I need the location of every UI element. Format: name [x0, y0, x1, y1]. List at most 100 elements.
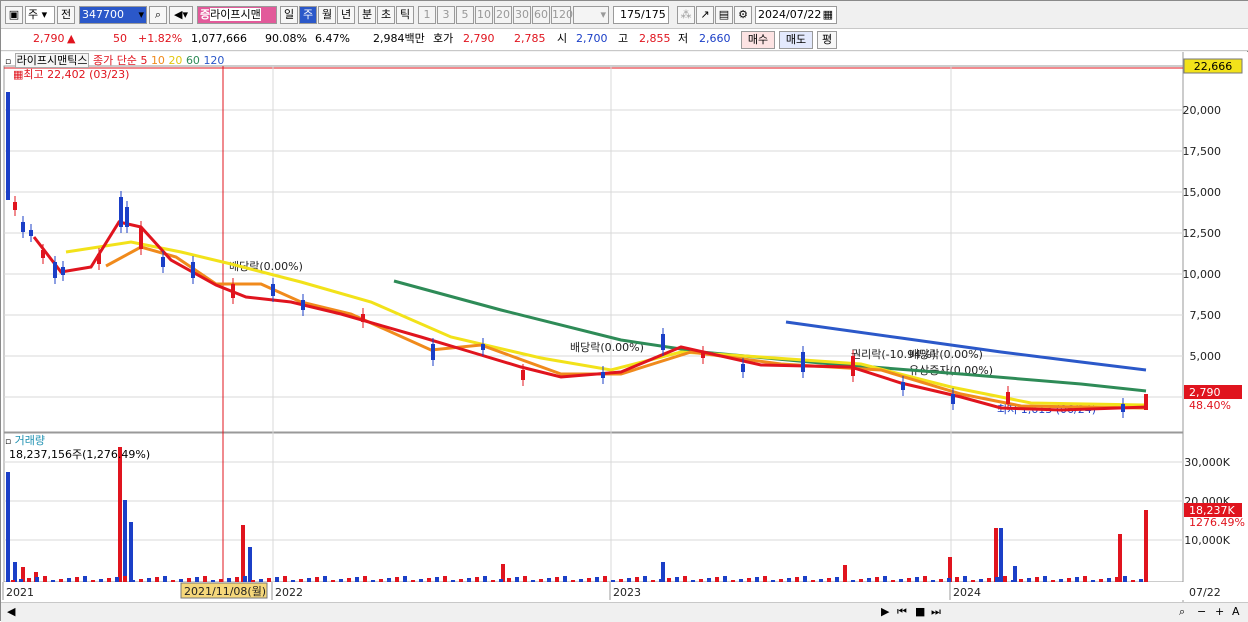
volume-bar [691, 580, 695, 582]
volume-bar [379, 579, 383, 582]
volume-bar [115, 577, 119, 582]
volume-bar [587, 578, 591, 582]
legend-stock-name: 라이프시맨틱스 [14, 53, 90, 68]
volume-bar [1083, 576, 1087, 582]
tab-day[interactable]: 일 [280, 6, 298, 24]
stock-name-field[interactable]: 증라이프시맨 [197, 6, 277, 24]
font-icon[interactable]: A [1232, 605, 1240, 619]
volume-bar [683, 576, 687, 582]
interval-120[interactable]: 120 [551, 6, 573, 24]
zoom-in-icon[interactable]: + [1215, 605, 1224, 619]
interval-10[interactable]: 10 [475, 6, 493, 24]
date-input[interactable]: 2024/07/22 ▦ [755, 6, 837, 24]
panel-toggle-icon[interactable]: ▫ [5, 57, 11, 67]
candle [301, 300, 305, 310]
bottom-bar: ◀ ▶ ⏮ ■ ⏭ ⌕ − + A [1, 602, 1248, 622]
interval-3[interactable]: 3 [437, 6, 455, 24]
zoom-icon[interactable]: ⌕ [1179, 605, 1185, 619]
pct-tag-label: 48.40% [1189, 399, 1231, 412]
search-icon[interactable]: ⌕ [149, 6, 167, 24]
speaker-icon[interactable]: ◀▾ [169, 6, 193, 24]
prev-button[interactable]: 전 [57, 6, 75, 24]
volume-bar [13, 562, 17, 582]
sell-button[interactable]: 매도 [779, 31, 813, 49]
volume-bar [643, 576, 647, 582]
volume-bar [347, 578, 351, 582]
go-last-icon[interactable]: ⏭ [931, 605, 941, 619]
volume-bar [248, 547, 252, 582]
volume-bar [1003, 576, 1007, 582]
count-field[interactable]: 175/175 [613, 6, 669, 24]
stock-code-input[interactable]: 347700 ▾ [79, 6, 147, 24]
window-menu-icon[interactable]: ▣ [5, 6, 23, 24]
volume-bar [1099, 579, 1103, 582]
candle [161, 257, 165, 267]
legend-ma60: 60 [185, 54, 200, 67]
candle [1121, 404, 1125, 412]
volume-bar [483, 576, 487, 582]
volume-bar [241, 525, 245, 582]
volume-bar [723, 576, 727, 582]
volume-bar [475, 577, 479, 582]
volume-bar [219, 579, 223, 582]
volume-bar [955, 577, 959, 582]
interval-1[interactable]: 1 [418, 6, 436, 24]
go-first-icon[interactable]: ⏮ [897, 605, 907, 619]
volume-bar [323, 576, 327, 582]
period-type-select[interactable]: 주 ▾ [25, 6, 55, 24]
candle [97, 254, 101, 264]
tab-month[interactable]: 월 [318, 6, 336, 24]
custom-interval-select[interactable]: ▾ [573, 6, 609, 24]
candle [6, 92, 10, 200]
tab-week[interactable]: 주 [299, 6, 317, 24]
volume-bar [1107, 578, 1111, 582]
volume-bar [139, 579, 143, 582]
candle [521, 370, 525, 380]
eval-button[interactable]: 평 [817, 31, 837, 49]
interval-20[interactable]: 20 [494, 6, 512, 24]
volume-bar [1011, 580, 1015, 582]
volume-toggle-icon[interactable]: ▫ [5, 437, 11, 447]
calendar-icon[interactable]: ▦ [823, 7, 833, 23]
volume-bar [187, 578, 191, 582]
interval-60[interactable]: 60 [532, 6, 550, 24]
link-icon[interactable]: ⁂ [677, 6, 695, 24]
chart-window: ▣ 주 ▾ 전 347700 ▾ ⌕ ◀▾ 증라이프시맨 일 주 월 년 분 초 … [0, 0, 1248, 622]
volume-bar [155, 577, 159, 582]
tab-tick[interactable]: 틱 [396, 6, 414, 24]
volume-bar [995, 577, 999, 582]
ma60-line [393, 279, 1147, 393]
scroll-right-icon[interactable]: ▶ [881, 605, 889, 619]
candle [601, 372, 605, 378]
event-annotation: 배당락(0.00%) [909, 348, 983, 361]
legend-ma120: 120 [203, 54, 225, 67]
tab-second[interactable]: 초 [377, 6, 395, 24]
candle [951, 394, 955, 404]
price-change: 50 [113, 32, 127, 45]
buy-button[interactable]: 매수 [741, 31, 775, 49]
draw-tool-icon[interactable]: ↗ [696, 6, 714, 24]
volume-bar [1139, 579, 1143, 582]
interval-30[interactable]: 30 [513, 6, 531, 24]
tab-year[interactable]: 년 [337, 6, 355, 24]
gear-icon[interactable]: ⚙ [734, 6, 752, 24]
legend-ma20: 20 [168, 54, 183, 67]
price-tick-label: 5,000 [1190, 350, 1222, 363]
price-legend: ▫ 라이프시맨틱스 종가 단순 5 10 20 60 120 [5, 53, 225, 69]
volume-bar [651, 580, 655, 582]
chart-area[interactable]: 20,000 17,500 15,000 12,500 10,000 7,500 5,000… [1, 52, 1248, 602]
save-icon[interactable]: ▤ [715, 6, 733, 24]
zoom-out-icon[interactable]: − [1197, 605, 1206, 619]
scroll-left-icon[interactable]: ◀ [7, 605, 15, 619]
volume-bar [731, 580, 735, 582]
volume-bar [835, 577, 839, 582]
volume-bar [907, 578, 911, 582]
volume-bar [667, 578, 671, 582]
volume-bar [795, 577, 799, 582]
stop-icon[interactable]: ■ [915, 605, 925, 619]
volume-bar [435, 577, 439, 582]
tab-minute[interactable]: 분 [358, 6, 376, 24]
interval-5[interactable]: 5 [456, 6, 474, 24]
volume-bar [267, 578, 271, 582]
volume-bar [227, 578, 231, 582]
